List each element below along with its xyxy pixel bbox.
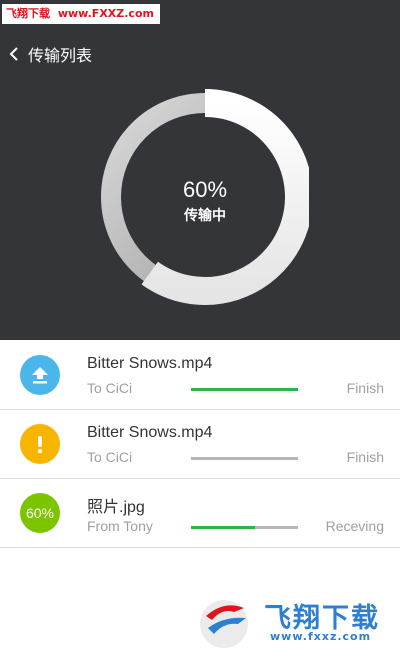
page-title: 传输列表 [28, 46, 93, 65]
transfer-row[interactable]: Bitter Snows.mp4 To CiCi Finish [0, 410, 400, 479]
watermark-bottom: 飞翔下载 www.fxxz.com [192, 592, 400, 652]
progress-bar [191, 388, 298, 391]
watermark-site: www.fxxz.com [270, 630, 372, 643]
transfer-status: Receving [325, 518, 384, 534]
progress-percent-badge: 60% [20, 493, 60, 533]
file-name: 照片.jpg [87, 499, 145, 516]
file-name: Bitter Snows.mp4 [87, 355, 213, 372]
transfer-peer: To CiCi [87, 380, 133, 396]
progress-bar-fill [191, 388, 298, 391]
transfer-status: Finish [346, 380, 384, 396]
badge-text: 60% [25, 505, 55, 521]
progress-bar-fill [191, 526, 256, 529]
upload-icon [20, 355, 60, 395]
watermark-label: 飞翔下载 [6, 7, 50, 20]
alert-icon [20, 424, 60, 464]
watermark-logo-icon [200, 600, 248, 648]
transfer-peer: To CiCi [87, 449, 133, 465]
progress-bar [191, 457, 298, 460]
transfer-row[interactable]: 60% 照片.jpg From Tony Receving [0, 479, 400, 548]
progress-center: 60% 传输中 [101, 176, 309, 228]
transfer-header: 飞翔下载 www.FXXZ.com 传输列表 60% 传输中 [0, 0, 400, 340]
transfer-peer: From Tony [87, 518, 153, 534]
transfer-status: Finish [346, 449, 384, 465]
chevron-left-icon [9, 47, 18, 61]
progress-bar [191, 526, 298, 529]
transfer-row[interactable]: Bitter Snows.mp4 To CiCi Finish [0, 341, 400, 410]
watermark-top: 飞翔下载 www.FXXZ.com [2, 4, 160, 24]
progress-status: 传输中 [184, 208, 226, 224]
progress-percent: 60% [182, 177, 228, 202]
watermark-url: www.FXXZ.com [57, 7, 154, 20]
back-button[interactable]: 传输列表 [8, 40, 138, 68]
file-name: Bitter Snows.mp4 [87, 424, 213, 441]
